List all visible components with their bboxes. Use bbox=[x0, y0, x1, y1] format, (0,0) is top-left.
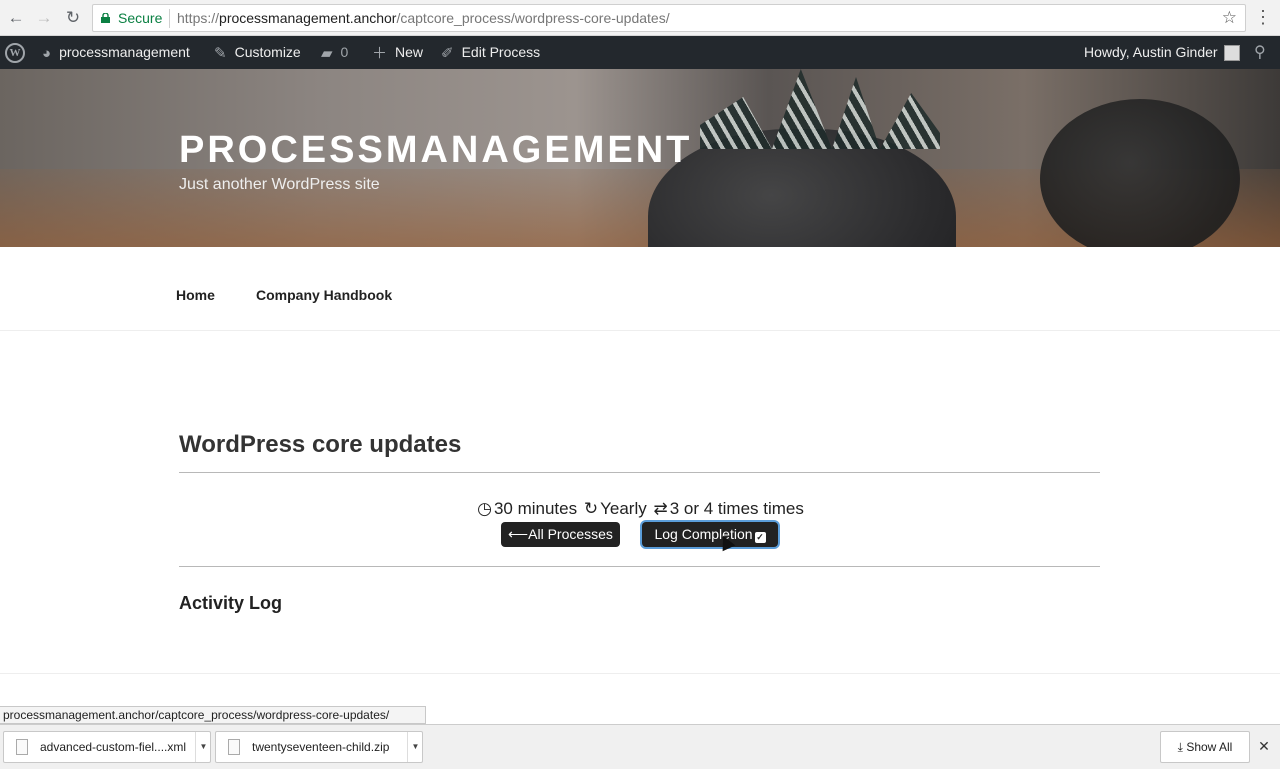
search-icon[interactable]: ⚲ bbox=[1254, 36, 1266, 69]
nav-item-company-handbook[interactable]: Company Handbook bbox=[256, 287, 392, 303]
back-icon[interactable]: ← bbox=[6, 8, 26, 28]
process-meta: ◷ 30 minutes ↻ Yearly ⇄ 3 or 4 times times bbox=[179, 499, 1100, 519]
url-prefix: https:// bbox=[177, 10, 220, 26]
content-footer-divider bbox=[0, 673, 1280, 674]
process-repeat: 3 or 4 times times bbox=[669, 499, 804, 518]
edit-process-label: Edit Process bbox=[461, 44, 541, 60]
new-label: New bbox=[395, 44, 424, 60]
admin-bar-new[interactable]: ＋ New bbox=[372, 36, 423, 69]
activity-log-heading: Activity Log bbox=[179, 593, 283, 613]
status-url-bubble: processmanagement.anchor/captcore_proces… bbox=[0, 706, 426, 724]
comment-count: 0 bbox=[340, 44, 349, 60]
howdy-label: Howdy, Austin Ginder bbox=[1084, 44, 1218, 60]
url-text[interactable]: https://processmanagement.anchor/captcor… bbox=[177, 10, 670, 26]
clock-icon: ◷ bbox=[477, 499, 492, 518]
site-header-image: PROCESSMANAGEMENT Just another WordPress… bbox=[0, 69, 1280, 247]
url-host: processmanagement.anchor bbox=[219, 10, 397, 26]
reload-icon[interactable]: ↻ bbox=[63, 8, 83, 28]
lock-icon bbox=[101, 13, 110, 23]
pencil-icon: ✐ bbox=[441, 44, 454, 62]
avatar bbox=[1223, 45, 1240, 62]
url-path: /captcore_process/wordpress-core-updates… bbox=[396, 10, 670, 26]
admin-bar-site-name[interactable]: ◕ processmanagement bbox=[42, 36, 190, 69]
show-all-label: Show All bbox=[1186, 740, 1233, 754]
close-icon[interactable]: ✕ bbox=[1256, 737, 1272, 755]
chevron-down-icon[interactable]: ▼ bbox=[195, 732, 211, 762]
dashboard-icon: ◕ bbox=[42, 44, 52, 62]
site-tagline: Just another WordPress site bbox=[179, 176, 380, 193]
title-divider bbox=[179, 472, 1100, 473]
address-bar[interactable]: Secure https://processmanagement.anchor/… bbox=[92, 4, 1246, 32]
forward-icon[interactable]: → bbox=[34, 8, 54, 28]
all-processes-button[interactable]: ⟵All Processes bbox=[501, 522, 620, 547]
arrow-left-icon: ⟵ bbox=[508, 526, 529, 542]
admin-bar-account[interactable]: Howdy, Austin Ginder bbox=[1084, 36, 1240, 69]
brush-icon: ✎ bbox=[214, 44, 227, 62]
comment-icon: ▰ bbox=[321, 44, 333, 62]
show-all-button[interactable]: ⤓ Show All bbox=[1160, 731, 1250, 763]
admin-bar-comments[interactable]: ▰ 0 bbox=[321, 36, 348, 69]
checkbox-icon: ✓ bbox=[754, 532, 766, 543]
page-title: WordPress core updates bbox=[179, 431, 462, 458]
file-icon bbox=[228, 739, 240, 755]
file-icon bbox=[16, 739, 28, 755]
process-duration: 30 minutes bbox=[493, 499, 578, 518]
browser-toolbar: ← → ↻ Secure https://processmanagement.a… bbox=[0, 0, 1280, 36]
site-name-label: processmanagement bbox=[59, 44, 190, 60]
log-completion-label: Log Completion bbox=[654, 526, 753, 542]
admin-bar-customize[interactable]: ✎ Customize bbox=[214, 36, 301, 69]
download-shelf: advanced-custom-fiel....xml ▼ twentyseve… bbox=[0, 724, 1280, 769]
download-filename: advanced-custom-fiel....xml bbox=[40, 740, 187, 754]
header-image-pot-background bbox=[1040, 99, 1240, 247]
admin-bar-edit-process[interactable]: ✐ Edit Process bbox=[441, 36, 540, 69]
wp-admin-bar: W ◕ processmanagement ✎ Customize ▰ 0 ＋ New … bbox=[0, 36, 1280, 69]
all-processes-label: All Processes bbox=[528, 526, 613, 542]
retweet-icon: ⇄ bbox=[653, 499, 668, 518]
browser-menu-icon[interactable]: ⋮ bbox=[1254, 7, 1272, 27]
log-completion-button[interactable]: Log Completion ✓ bbox=[642, 522, 778, 547]
header-image-plant bbox=[700, 69, 940, 149]
chevron-down-icon[interactable]: ▼ bbox=[407, 732, 423, 762]
secure-label: Secure bbox=[118, 10, 163, 26]
plus-icon: ＋ bbox=[372, 44, 388, 62]
process-frequency: Yearly bbox=[600, 499, 647, 518]
download-filename: twentyseventeen-child.zip bbox=[252, 740, 390, 754]
download-item[interactable]: advanced-custom-fiel....xml ▼ bbox=[3, 731, 211, 763]
download-item[interactable]: twentyseventeen-child.zip ▼ bbox=[215, 731, 423, 763]
url-separator bbox=[169, 9, 170, 28]
refresh-icon: ↻ bbox=[583, 499, 599, 518]
wordpress-logo-icon[interactable]: W bbox=[5, 43, 25, 63]
download-icon: ⤓ bbox=[1177, 740, 1183, 754]
meta-divider bbox=[179, 566, 1100, 567]
customize-label: Customize bbox=[234, 44, 301, 60]
bookmark-star-icon[interactable]: ☆ bbox=[1222, 8, 1237, 28]
main-navigation: Home Company Handbook bbox=[0, 247, 1280, 331]
nav-item-home[interactable]: Home bbox=[176, 287, 215, 303]
site-title[interactable]: PROCESSMANAGEMENT bbox=[179, 129, 692, 172]
